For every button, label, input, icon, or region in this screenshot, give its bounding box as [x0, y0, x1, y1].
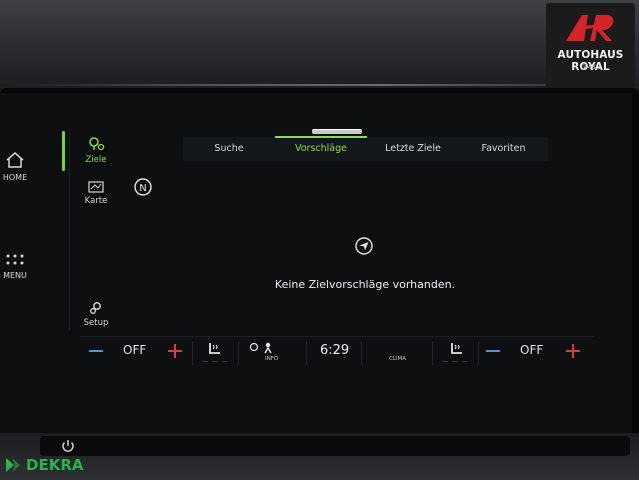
left-rail: HOME MENU — [0, 135, 45, 335]
right-seat-heating-icon[interactable] — [446, 341, 466, 357]
gears-icon — [90, 302, 101, 314]
tab-bar: Suche Vorschläge Letzte Ziele Favoriten — [183, 136, 548, 161]
nav-item-ziele[interactable]: Ziele — [76, 136, 116, 165]
sidebar-divider — [69, 130, 70, 330]
left-seat-heating-icon[interactable] — [204, 341, 224, 357]
dealer-subtitle: GMBH — [580, 63, 601, 71]
tab-favoriten[interactable]: Favoriten — [459, 137, 548, 161]
dealer-logo: AUTOHAUS ROYAL GMBH — [546, 3, 635, 88]
drag-handle[interactable] — [312, 129, 362, 134]
empty-state-message: Keine Zielvorschläge vorhanden. — [274, 278, 456, 291]
left-temp-plus-button[interactable] — [168, 344, 182, 358]
active-indicator — [62, 131, 65, 171]
clima-label[interactable]: CLIMA — [389, 356, 406, 362]
ar-logo-icon — [566, 15, 614, 41]
dekra-text: DEKRA — [26, 456, 84, 474]
right-temp-minus-button[interactable] — [486, 350, 500, 352]
home-label: HOME — [2, 173, 28, 182]
grid-icon — [6, 254, 24, 265]
tab-letzte-ziele[interactable]: Letzte Ziele — [367, 137, 459, 161]
dekra-watermark: DEKRA — [4, 456, 83, 476]
info-label: INFO — [265, 356, 279, 362]
nav-item-setup[interactable]: Setup — [76, 301, 116, 328]
map-icon — [88, 181, 104, 193]
compass-label: N — [139, 183, 146, 194]
info-icon[interactable] — [249, 341, 279, 355]
tab-suche[interactable]: Suche — [183, 137, 275, 161]
right-temp-value[interactable]: OFF — [520, 343, 543, 357]
home-button[interactable]: HOME — [0, 151, 30, 182]
dashboard-top — [0, 0, 639, 92]
power-icon[interactable] — [59, 437, 77, 455]
left-temp-value[interactable]: OFF — [123, 343, 146, 357]
climate-bar: OFF — — — INFO 6:29 CLIMA — — — OFF — [80, 336, 595, 369]
nav-label-setup: Setup — [83, 318, 109, 328]
tab-vorschlaege[interactable]: Vorschläge — [275, 137, 367, 161]
nav-label-ziele: Ziele — [85, 155, 107, 165]
dekra-logo-icon — [6, 458, 20, 472]
destination-icon — [89, 137, 105, 151]
menu-button[interactable]: MENU — [0, 253, 30, 280]
clock: 6:29 — [320, 343, 350, 358]
menu-label: MENU — [3, 271, 27, 280]
compass-button[interactable]: N — [133, 177, 153, 197]
nav-item-karte[interactable]: Karte — [76, 181, 116, 206]
navigation-arrow-icon — [355, 237, 373, 255]
navigation-sidebar: Ziele Karte Setup — [62, 126, 122, 336]
nav-label-karte: Karte — [84, 196, 108, 206]
left-temp-minus-button[interactable] — [89, 350, 103, 352]
right-temp-plus-button[interactable] — [566, 344, 580, 358]
home-icon — [6, 152, 24, 168]
hardware-button-strip — [40, 436, 630, 456]
